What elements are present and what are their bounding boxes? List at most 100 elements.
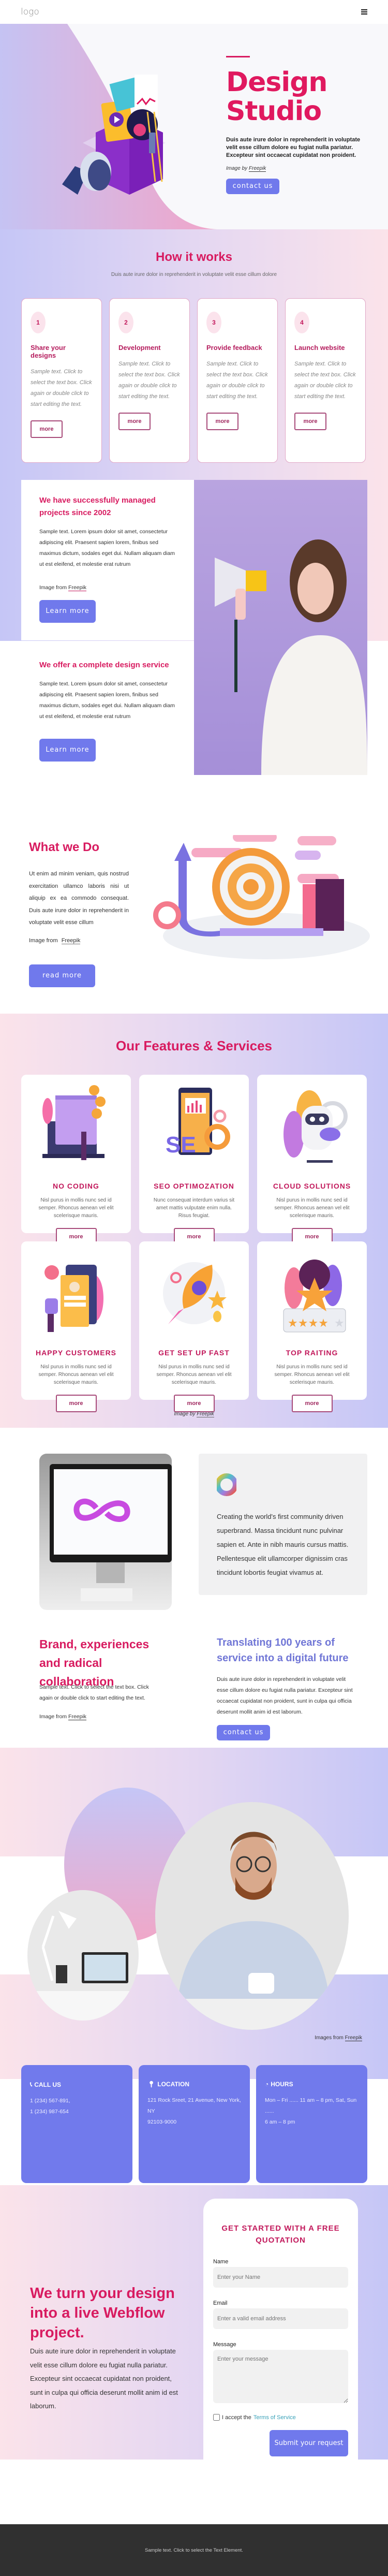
woman-megaphone-icon: [215, 539, 367, 775]
hero-content: Design Studio Duis aute irure dolor in r…: [226, 56, 366, 194]
photos-section: Images from Freepik 📞︎ CALL US 1 (234) 5…: [0, 1748, 388, 2183]
step-more-button[interactable]: more: [118, 413, 151, 430]
phone-icon: 📞︎: [30, 2081, 33, 2088]
learn-more-button[interactable]: Learn more: [39, 739, 96, 762]
feature-name: TOP RAITING: [286, 1349, 338, 1357]
address-line-2: 92103-9000: [147, 2119, 177, 2125]
feature-text: Nisl purus in mollis nunc sed id semper.…: [38, 1364, 114, 1385]
color-wheel-icon: [215, 1473, 238, 1496]
what-we-do-title: What we Do: [29, 840, 99, 854]
freepik-link[interactable]: Freepik: [61, 937, 81, 944]
photos-credit: Images from Freepik: [315, 2035, 362, 2041]
contact-us-button[interactable]: contact us: [226, 179, 279, 194]
hours-line-1: Mon – Fri ...... 11 am – 8 pm, Sat, Sun …: [265, 2097, 357, 2114]
cloud-robot-illustration-icon: [283, 1090, 348, 1163]
contact-info-cards: 📞︎ CALL US 1 (234) 567-891, 1 (234) 987-…: [21, 2065, 367, 2183]
quotation-section: We turn your design into a live Webflow …: [0, 2185, 388, 2484]
footer-text: Sample text. Click to select the Text El…: [145, 2547, 243, 2553]
form-title: GET STARTED WITH A FREE QUOTATION: [221, 2224, 340, 2245]
hamburger-icon[interactable]: [361, 9, 367, 14]
freepik-link[interactable]: Freepik: [248, 166, 266, 172]
feature-card: HAPPY CUSTOMERS Nisl purus in mollis nun…: [21, 1241, 131, 1412]
feature-more-button[interactable]: more: [173, 1395, 215, 1412]
features-section: Our Features & Services NO CODING Nisl p…: [0, 1014, 388, 1428]
info-title: ◔ HOURS: [265, 2081, 359, 2088]
name-label: Name: [213, 2259, 229, 2265]
what-we-do-text: Ut enim ad minim veniam, quis nostrud ex…: [29, 871, 129, 926]
info-title: 📞︎ CALL US: [30, 2081, 124, 2088]
message-textarea[interactable]: [213, 2350, 348, 2403]
freepik-link[interactable]: Freepik: [345, 2035, 362, 2041]
quotation-form: GET STARTED WITH A FREE QUOTATION Name E…: [203, 2199, 358, 2484]
feature-more-button[interactable]: more: [291, 1395, 333, 1412]
terms-of-service-link[interactable]: Terms of Service: [253, 2414, 296, 2421]
hero-text: Duis aute irure dolor in reprehenderit i…: [226, 137, 361, 158]
email-input[interactable]: [213, 2308, 348, 2329]
hero-title-line2: Studio: [226, 96, 322, 127]
happy-customers-illustration-icon: [44, 1265, 103, 1332]
step-more-button[interactable]: more: [31, 420, 63, 438]
freepik-link[interactable]: Freepik: [197, 1411, 214, 1417]
hero-accent-bar: [226, 56, 250, 57]
credit-prefix: Images from: [315, 2035, 344, 2041]
step-text: Sample text. Click to select the text bo…: [294, 361, 356, 400]
svg-text:★: ★: [334, 1317, 345, 1330]
feature-name: HAPPY CUSTOMERS: [35, 1349, 117, 1357]
managed-block-2: We offer a complete design service Sampl…: [39, 659, 179, 762]
terms-row: I accept the Terms of Service: [213, 2414, 348, 2421]
hero-title-line1: Design: [226, 67, 327, 98]
message-label: Message: [213, 2341, 236, 2348]
features-title: Our Features & Services: [115, 1038, 273, 1053]
step-title: Provide feedback: [206, 344, 262, 352]
what-we-do-section: What we Do Ut enim ad minim veniam, quis…: [0, 791, 388, 1014]
submit-request-button[interactable]: Submit your request: [270, 2430, 348, 2456]
step-card: 2 Development Sample text. Click to sele…: [109, 298, 190, 463]
managed-block-1: We have successfully managed projects si…: [39, 494, 179, 623]
contact-us-button[interactable]: contact us: [217, 1725, 270, 1740]
site-header: logo: [0, 0, 388, 24]
hero-credit: Image by Freepik: [226, 166, 366, 172]
credit-prefix: Image from: [39, 1714, 67, 1720]
info-card-call: 📞︎ CALL US 1 (234) 567-891, 1 (234) 987-…: [21, 2065, 132, 2183]
features-grid: NO CODING Nisl purus in mollis nunc sed …: [0, 1075, 388, 1412]
credit-prefix: Image from: [39, 584, 67, 591]
info-card-location: 📍︎ LOCATION 121 Rock Sreet, 21 Avenue, N…: [139, 2065, 250, 2183]
superbrand-text: Creating the world's first community dri…: [217, 1513, 349, 1576]
desk-laptop-photo: [27, 1890, 139, 2021]
logo[interactable]: logo: [21, 7, 39, 17]
step-text: Sample text. Click to select the text bo…: [31, 369, 92, 407]
feature-name: GET SET UP FAST: [158, 1349, 230, 1357]
step-number: 4: [294, 312, 309, 333]
step-more-button[interactable]: more: [294, 413, 326, 430]
feature-more-button[interactable]: more: [55, 1395, 97, 1412]
name-input[interactable]: [213, 2267, 348, 2288]
phone-number-2[interactable]: 1 (234) 987-654: [30, 2109, 69, 2115]
no-coding-illustration-icon: [42, 1085, 106, 1160]
phone-number-1[interactable]: 1 (234) 567-891,: [30, 2098, 70, 2104]
freepik-link[interactable]: Freepik: [68, 584, 87, 591]
rocket-illustration-icon: [163, 1262, 227, 1324]
target-illustration-icon: [153, 835, 370, 959]
translating-title: Translating 100 years of service into a …: [217, 1637, 349, 1664]
step-text: Sample text. Click to select the text bo…: [206, 361, 268, 400]
info-text: Mon – Fri ...... 11 am – 8 pm, Sat, Sun …: [265, 2095, 359, 2128]
how-it-works-subtitle: Duis aute irure dolor in reprehenderit i…: [111, 272, 277, 277]
step-more-button[interactable]: more: [206, 413, 238, 430]
feature-name: CLOUD SOLUTIONS: [273, 1182, 351, 1190]
freepik-link[interactable]: Freepik: [68, 1714, 87, 1720]
smiling-man-icon: [176, 1832, 347, 2030]
step-number: 1: [31, 312, 46, 333]
brand-section: Brand, experiences and radical collabora…: [0, 1428, 388, 1740]
seo-illustration-icon: SE: [166, 1088, 230, 1158]
hero-section: Design Studio Duis aute irure dolor in r…: [0, 24, 388, 229]
terms-label: I accept the: [222, 2414, 251, 2421]
address-line-1: 121 Rock Sreet, 21 Avenue, New York, NY: [147, 2097, 241, 2114]
step-title: Launch website: [294, 344, 345, 352]
read-more-button[interactable]: read more: [29, 964, 95, 987]
svg-text:SE: SE: [166, 1132, 196, 1158]
terms-checkbox[interactable]: [213, 2414, 220, 2421]
info-title: 📍︎ LOCATION: [147, 2081, 241, 2088]
learn-more-button[interactable]: Learn more: [39, 600, 96, 623]
managed-title-2: We offer a complete design service: [39, 661, 169, 669]
step-card: 3 Provide feedback Sample text. Click to…: [197, 298, 278, 463]
